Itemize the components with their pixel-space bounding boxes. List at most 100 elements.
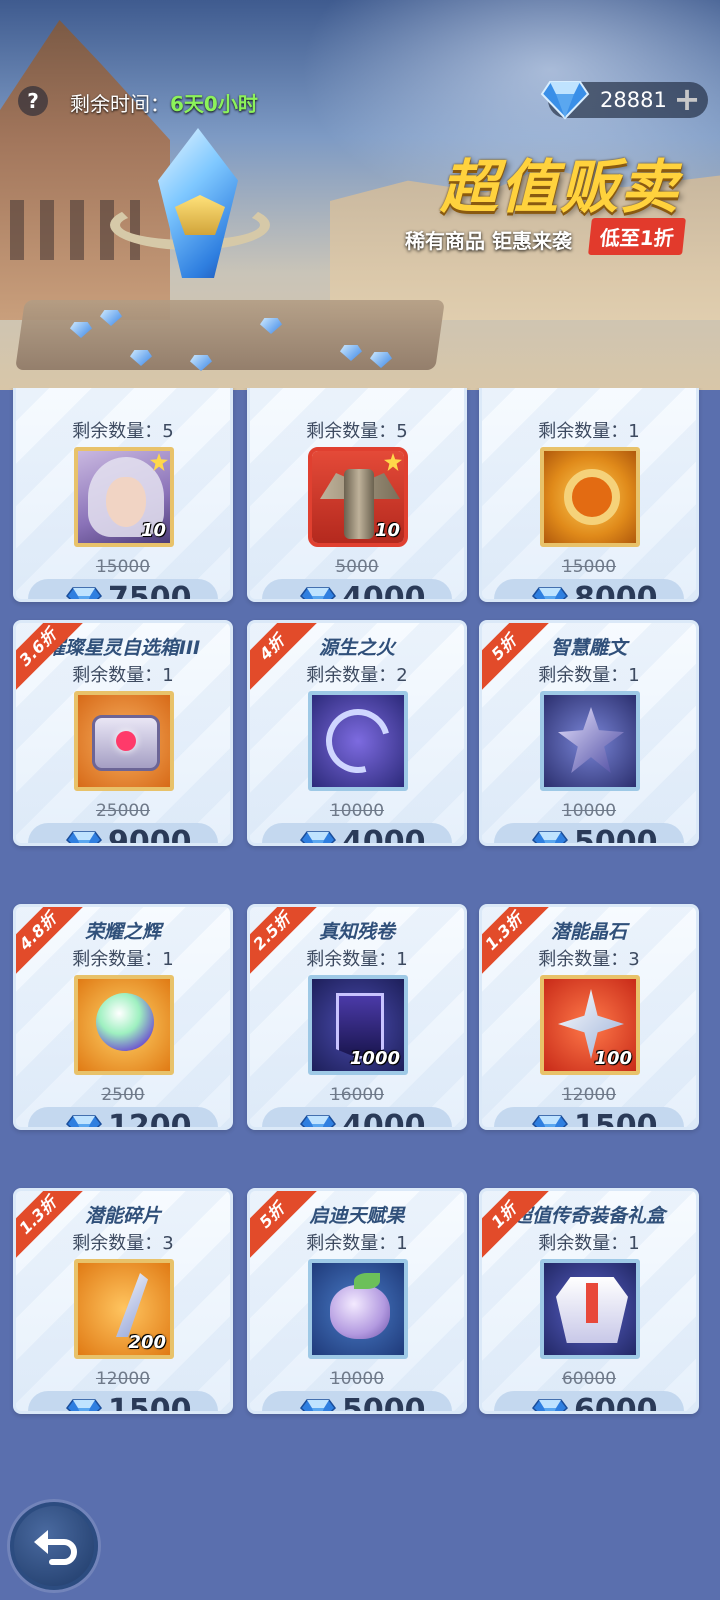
original-price: 25000 — [95, 801, 151, 821]
buy-button[interactable]: 5000 — [262, 1391, 452, 1411]
item-stock: 剩余数量：1 — [72, 665, 174, 686]
item-stock: 剩余数量：5 — [72, 421, 174, 442]
item-art — [78, 695, 170, 787]
shop-item-card[interactable]: 2.5折 真知残卷 剩余数量：1 1000 16000 4000 — [247, 904, 467, 1130]
art-detail — [344, 469, 374, 539]
diamond-icon — [300, 1115, 336, 1127]
glyph-icon[interactable] — [540, 691, 640, 791]
item-stock: 剩余数量：1 — [538, 421, 640, 442]
add-diamond-button[interactable]: + — [672, 83, 702, 115]
price-value: 1200 — [108, 1109, 192, 1130]
art-detail — [564, 469, 620, 525]
buy-button[interactable]: 4000 — [262, 1107, 452, 1130]
price-value: 4000 — [342, 825, 426, 846]
diamond-icon — [532, 1399, 568, 1411]
item-quantity: 10 — [374, 520, 400, 541]
item-quantity: 1000 — [349, 1048, 400, 1069]
buy-button[interactable]: 9000 — [28, 823, 218, 846]
item-stock: 剩余数量：3 — [538, 949, 640, 970]
fire-rune-icon[interactable] — [308, 691, 408, 791]
diamond-icon — [540, 81, 590, 120]
diamond-icon — [300, 1399, 336, 1411]
item-art — [544, 451, 636, 543]
item-art — [312, 695, 404, 787]
diamond-icon — [66, 1115, 102, 1127]
price-value: 7500 — [108, 581, 192, 602]
castle-art — [0, 20, 170, 320]
diamond-icon — [66, 1399, 102, 1411]
star-crystal-icon[interactable]: 100 — [540, 975, 640, 1075]
fruit-icon[interactable] — [308, 1259, 408, 1359]
price-value: 1500 — [108, 1393, 192, 1414]
original-price: 12000 — [561, 1085, 617, 1105]
buy-button[interactable]: 7500 — [28, 579, 218, 602]
hero-card-icon[interactable]: 10 — [74, 447, 174, 547]
armor-box-icon[interactable] — [540, 1259, 640, 1359]
original-price: 10000 — [561, 801, 617, 821]
diamond-icon — [66, 831, 102, 843]
art-detail — [116, 1273, 148, 1337]
item-stock: 剩余数量：2 — [306, 665, 408, 686]
price-value: 8000 — [574, 581, 658, 602]
shop-item-card[interactable]: 1.3折 潜能晶石 剩余数量：3 100 12000 1500 — [479, 904, 699, 1130]
diamond-balance: 28881 + — [540, 81, 708, 120]
original-price: 15000 — [95, 557, 151, 577]
item-stock: 剩余数量：1 — [72, 949, 174, 970]
diamond-icon — [66, 587, 102, 599]
sale-title: 超值贩卖 — [440, 153, 681, 221]
remaining-time: 剩余时间：6天0小时 — [70, 88, 258, 117]
banner: ? 剩余时间：6天0小时 28881 + 超值贩卖 稀有商品 钜惠来袭 低至1折 — [0, 0, 720, 390]
shop-item-card[interactable]: 剩余数量：5 10 15000 7500 — [13, 388, 233, 602]
item-grid: 剩余数量：5 10 15000 7500 剩余数量：5 10 5000 4000 剩余数量：1 1… — [0, 388, 720, 1470]
buy-button[interactable]: 4000 — [262, 823, 452, 846]
orb-icon[interactable] — [74, 975, 174, 1075]
diamond-icon — [300, 831, 336, 843]
original-price: 2500 — [101, 1085, 145, 1105]
shop-item-card[interactable]: 3.6折 璀璨星灵自选箱III 剩余数量：1 25000 9000 — [13, 620, 233, 846]
shard-icon[interactable]: 200 — [74, 1259, 174, 1359]
question-icon[interactable]: ? — [18, 86, 48, 116]
price-value: 4000 — [342, 1109, 426, 1130]
item-stock: 剩余数量：1 — [306, 1233, 408, 1254]
item-art — [312, 1263, 404, 1355]
original-price: 16000 — [329, 1085, 385, 1105]
original-price: 15000 — [561, 557, 617, 577]
art-detail — [354, 1273, 380, 1289]
price-value: 9000 — [108, 825, 192, 846]
timer-value: 6天0小时 — [170, 92, 258, 116]
shop-item-card[interactable]: 剩余数量：5 10 5000 4000 — [247, 388, 467, 602]
shop-item-card[interactable]: 5折 智慧雕文 剩余数量：1 10000 5000 — [479, 620, 699, 846]
sale-discount-badge: 低至1折 — [588, 218, 686, 255]
buy-button[interactable]: 1500 — [28, 1391, 218, 1414]
scroll-icon[interactable]: 1000 — [308, 975, 408, 1075]
back-button[interactable] — [10, 1502, 98, 1590]
item-stock: 剩余数量：1 — [538, 1233, 640, 1254]
shop-item-card[interactable]: 5折 启迪天赋果 剩余数量：1 10000 5000 — [247, 1188, 467, 1414]
price-value: 1500 — [574, 1109, 658, 1130]
totem-icon[interactable]: 10 — [308, 447, 408, 547]
buy-button[interactable]: 6000 — [494, 1391, 684, 1411]
art-detail — [558, 707, 624, 773]
shop-item-card[interactable]: 4.8折 荣耀之辉 剩余数量：1 2500 1200 — [13, 904, 233, 1130]
ring-icon[interactable] — [540, 447, 640, 547]
buy-button[interactable]: 5000 — [494, 823, 684, 846]
diamond-icon — [532, 1115, 568, 1127]
original-price: 60000 — [561, 1369, 617, 1389]
art-detail — [330, 1285, 390, 1339]
item-stock: 剩余数量：5 — [306, 421, 408, 442]
buy-button[interactable]: 8000 — [494, 579, 684, 602]
timer-label: 剩余时间： — [70, 92, 170, 116]
original-price: 5000 — [335, 557, 379, 577]
price-value: 5000 — [574, 825, 658, 846]
shop-item-card[interactable]: 1折 超值传奇装备礼盒 剩余数量：1 60000 6000 — [479, 1188, 699, 1414]
buy-button[interactable]: 4000 — [262, 579, 452, 599]
buy-button[interactable]: 1500 — [494, 1107, 684, 1130]
item-quantity: 200 — [128, 1332, 166, 1353]
art-detail — [116, 731, 136, 751]
back-arrow-icon — [34, 1530, 77, 1565]
buy-button[interactable]: 1200 — [28, 1107, 218, 1130]
shop-item-card[interactable]: 1.3折 潜能碎片 剩余数量：3 200 12000 1500 — [13, 1188, 233, 1414]
chest-icon[interactable] — [74, 691, 174, 791]
shop-item-card[interactable]: 剩余数量：1 15000 8000 — [479, 388, 699, 602]
shop-item-card[interactable]: 4折 源生之火 剩余数量：2 10000 4000 — [247, 620, 467, 846]
